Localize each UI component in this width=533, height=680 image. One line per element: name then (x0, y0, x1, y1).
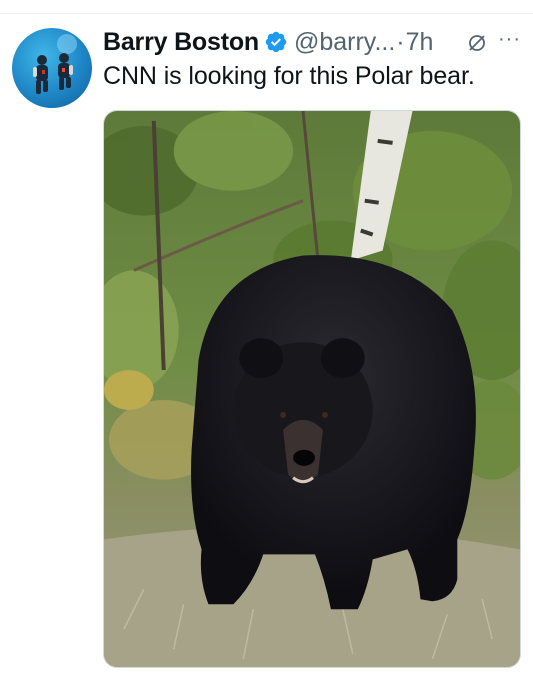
timestamp[interactable]: 7h (406, 28, 434, 57)
author-handle[interactable]: @barry... (294, 28, 395, 57)
tweet-header: Barry Boston @barry... · 7h (103, 24, 519, 60)
avatar[interactable] (12, 28, 92, 108)
black-bear-photo (104, 111, 520, 667)
author-name[interactable]: Barry Boston (103, 28, 259, 57)
avatar-divers-image (33, 34, 77, 94)
more-options-icon[interactable]: ··· (498, 28, 521, 51)
verified-badge-icon (264, 30, 288, 54)
tweet-media-photo[interactable] (103, 110, 521, 668)
tweet-text: CNN is looking for this Polar bear. (103, 62, 475, 90)
separator-dot: · (396, 27, 405, 56)
top-divider (0, 13, 533, 14)
grok-icon[interactable] (467, 33, 487, 53)
